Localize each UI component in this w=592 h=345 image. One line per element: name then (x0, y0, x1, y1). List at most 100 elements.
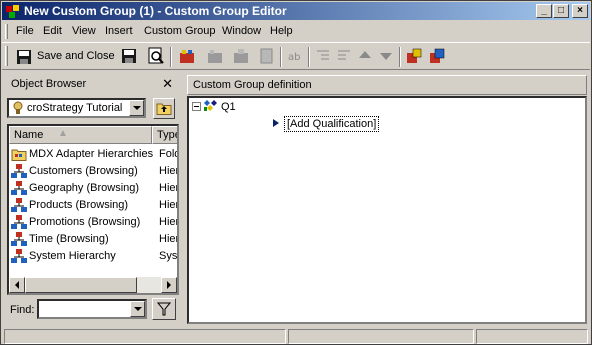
up-one-level-button[interactable] (153, 98, 175, 119)
list-item-name: Promotions (Browsing) (29, 216, 141, 228)
text-edit-disabled-icon: ab (288, 52, 300, 63)
list-item-type: Hiera (159, 199, 177, 211)
object-list: Name ▲ Type MDX Adapter Hierarchies Fold… (7, 124, 179, 295)
outdent-disabled-icon (338, 50, 350, 60)
svg-text:ab: ab (288, 52, 300, 63)
folder-icon (11, 149, 27, 161)
list-item-type: Hiera (159, 233, 177, 245)
delete-disabled-icon (260, 48, 273, 64)
menu-insert[interactable]: Insert (105, 25, 133, 37)
menu-window[interactable]: Window (222, 25, 261, 37)
list-item[interactable]: Promotions (Browsing) Hiera (9, 214, 177, 231)
menu-edit[interactable]: Edit (43, 25, 62, 37)
toolbar: Save and Close ab (2, 42, 590, 70)
list-item-name: Customers (Browsing) (29, 165, 138, 177)
project-select[interactable]: croStrategy Tutorial (7, 98, 146, 118)
element-label[interactable]: Q1 (221, 101, 236, 113)
object-browser-header: Object Browser ✕ (6, 75, 179, 94)
column-header-type[interactable]: Type (152, 126, 179, 144)
list-item-type: Folde (159, 148, 177, 160)
list-item[interactable]: Geography (Browsing) Hiera (9, 180, 177, 197)
list-item-name: Geography (Browsing) (29, 182, 140, 194)
list-item[interactable]: System Hierarchy Syste (9, 248, 177, 265)
column-header-name[interactable]: Name ▲ (9, 126, 152, 144)
hierarchy-icon (11, 215, 27, 229)
move-down-disabled-icon (380, 53, 392, 60)
save-icon (17, 50, 31, 64)
list-item[interactable]: MDX Adapter Hierarchies Folde (9, 146, 177, 163)
search-objects-icon[interactable] (147, 47, 165, 65)
hierarchy-icon (11, 164, 27, 178)
close-button[interactable]: × (572, 4, 588, 18)
hierarchy-icon (11, 249, 27, 263)
find-input[interactable] (37, 299, 147, 319)
copy-disabled-icon (234, 49, 248, 63)
window-title: New Custom Group (1) - Custom Group Edit… (24, 4, 287, 18)
definition-pane[interactable]: Q1 [Add Qualification] (187, 96, 587, 324)
list-item-name: MDX Adapter Hierarchies (29, 148, 154, 160)
menu-view[interactable]: View (72, 25, 96, 37)
list-item[interactable]: Time (Browsing) Hiera (9, 231, 177, 248)
options-icon[interactable] (405, 47, 423, 65)
list-item-type: Hiera (159, 182, 177, 194)
chevron-right-icon (167, 281, 171, 289)
menu-help[interactable]: Help (270, 25, 293, 37)
scroll-right-button[interactable] (161, 277, 177, 293)
title-bar[interactable]: New Custom Group (1) - Custom Group Edit… (2, 2, 590, 20)
close-object-browser-icon[interactable]: ✕ (162, 76, 173, 92)
horizontal-scrollbar[interactable] (9, 277, 177, 293)
menu-custom-group[interactable]: Custom Group (144, 25, 216, 37)
app-icon (6, 5, 19, 18)
toolbar-separator (399, 47, 401, 67)
definition-header: Custom Group definition (187, 75, 587, 95)
arrow-right-icon (273, 119, 279, 127)
list-item-type: Hiera (159, 165, 177, 177)
project-icon (13, 101, 23, 114)
toolbar-grip (5, 46, 8, 66)
hierarchy-icon (11, 181, 27, 195)
toolbar-separator (280, 47, 282, 67)
status-cell (476, 329, 588, 344)
menu-file[interactable]: File (16, 25, 34, 37)
filter-button[interactable] (152, 298, 176, 320)
object-browser-title: Object Browser (11, 78, 87, 90)
chevron-down-icon[interactable] (129, 100, 144, 116)
scrollbar-thumb[interactable] (25, 277, 137, 293)
maximize-button[interactable]: □ (553, 4, 569, 18)
insert-element-disabled-icon (208, 50, 222, 63)
toolbar-separator (170, 47, 172, 67)
panel-splitter[interactable] (181, 73, 185, 327)
list-item[interactable]: Customers (Browsing) Hiera (9, 163, 177, 180)
chevron-down-icon[interactable] (130, 301, 145, 317)
save-icon[interactable] (120, 47, 138, 65)
add-qualification-link[interactable]: [Add Qualification] (284, 116, 380, 132)
filter-icon (157, 302, 171, 316)
collapse-toggle[interactable] (192, 102, 201, 111)
menu-bar: File Edit View Insert Custom Group Windo… (2, 22, 590, 41)
column-header-name-label: Name (14, 129, 44, 141)
definition-title: Custom Group definition (193, 79, 312, 91)
insert-element-icon[interactable] (178, 47, 196, 65)
indent-disabled-icon (317, 50, 329, 60)
column-header-type-label: Type (157, 129, 179, 141)
sort-ascending-icon: ▲ (58, 128, 68, 139)
menu-grip (5, 24, 8, 39)
minimize-button[interactable]: _ (536, 4, 552, 18)
list-item-name: System Hierarchy (29, 250, 116, 262)
hierarchy-icon (11, 232, 27, 246)
status-cell (4, 329, 286, 344)
status-cell (288, 329, 474, 344)
hierarchy-icon (11, 198, 27, 212)
move-up-disabled-icon (359, 51, 371, 58)
toolbar-separator (308, 47, 310, 67)
scroll-left-button[interactable] (9, 277, 25, 293)
list-item-name: Time (Browsing) (29, 233, 109, 245)
custom-group-editor-window: New Custom Group (1) - Custom Group Edit… (0, 0, 592, 345)
list-item-type: Syste (159, 250, 177, 262)
display-options-icon[interactable] (428, 47, 446, 65)
custom-group-element-icon (204, 100, 217, 111)
list-item[interactable]: Products (Browsing) Hiera (9, 197, 177, 214)
folder-up-icon (156, 103, 172, 115)
find-label: Find: (10, 304, 35, 316)
list-item-type: Hiera (159, 216, 177, 228)
